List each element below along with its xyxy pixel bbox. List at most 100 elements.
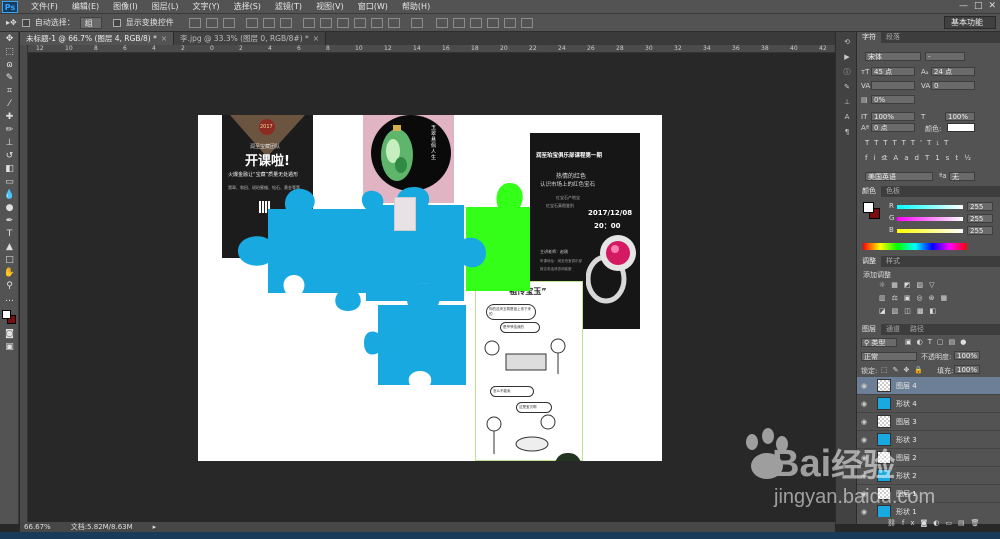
menu-item[interactable]: 视图(V) (309, 1, 351, 12)
auto-select-dropdown[interactable]: 组 (79, 16, 102, 29)
close-tab-icon[interactable]: × (161, 34, 167, 43)
text-color-swatch[interactable] (947, 123, 975, 132)
paragraph-panel-icon[interactable]: ¶ (840, 127, 854, 137)
rgb-channel-value[interactable]: 255 (967, 226, 993, 235)
layer-row[interactable]: ◉ 图层 1 (857, 485, 1000, 503)
align-left-icon[interactable] (245, 17, 258, 28)
layer-row[interactable]: ◉ 图层 3 (857, 413, 1000, 431)
blur-tool-icon[interactable]: 💧 (3, 190, 16, 201)
clone-stamp-tool-icon[interactable]: ⊥ (3, 138, 16, 149)
layer-row[interactable]: ◉ 形状 1 (857, 503, 1000, 517)
minimize-button[interactable]: — (959, 1, 968, 11)
eye-visibility-icon[interactable]: ◉ (861, 508, 871, 516)
layer-row[interactable]: ◉ 图层 2 (857, 449, 1000, 467)
3d-rotate-icon[interactable] (452, 17, 465, 28)
3d-slide-icon[interactable] (503, 17, 516, 28)
auto-align-icon[interactable] (410, 17, 423, 28)
eye-visibility-icon[interactable]: ◉ (861, 418, 871, 426)
adjustment-icons-row-3[interactable]: ◪▧◫▩◧ (879, 307, 942, 315)
menu-item[interactable]: 文字(Y) (185, 1, 226, 12)
workspace-dropdown[interactable]: 基本功能 (944, 16, 996, 29)
font-style-select[interactable]: - (925, 52, 965, 61)
gradient-tool-icon[interactable]: ▭ (3, 177, 16, 188)
align-hcenter-icon[interactable] (262, 17, 275, 28)
brush-panel-icon[interactable]: ✎ (840, 82, 854, 92)
close-button[interactable]: ✕ (988, 1, 996, 11)
zoom-tool-icon[interactable]: ⚲ (3, 281, 16, 292)
tab-paragraph[interactable]: 段落 (881, 32, 905, 43)
tracking-input[interactable]: 0 (931, 81, 975, 90)
lasso-tool-icon[interactable]: ɷ (3, 60, 16, 71)
layer-footer-icons[interactable]: ⛓fx◙◐▭▤🗑 (887, 519, 986, 527)
tab-color[interactable]: 颜色 (857, 186, 881, 197)
layer-row[interactable]: ◉ 形状 4 (857, 395, 1000, 413)
layer-row[interactable]: ◉ 形状 2 (857, 467, 1000, 485)
rgb-channel-slider[interactable] (897, 229, 963, 233)
menu-item[interactable]: 图层(L) (145, 1, 186, 12)
status-arrow-icon[interactable]: ▸ (153, 522, 157, 532)
opentype-buttons[interactable]: fiﬆAadT1st½ (865, 154, 977, 162)
eye-visibility-icon[interactable]: ◉ (861, 490, 871, 498)
doc-size[interactable]: 文档:5.82M/8.63M (71, 522, 133, 532)
horizontal-scale-input[interactable]: 100% (945, 112, 975, 121)
foreground-background-color[interactable] (1, 309, 17, 325)
marquee-tool-icon[interactable]: ⬚ (3, 47, 16, 58)
screen-mode-icon[interactable]: ▣ (3, 342, 16, 353)
layer-filter-icons[interactable]: ▣◐T▢▤● (905, 338, 971, 346)
menu-item[interactable]: 文件(F) (24, 1, 65, 12)
align-right-icon[interactable] (279, 17, 292, 28)
tab-adjustments[interactable]: 调整 (857, 256, 881, 267)
font-family-select[interactable]: 宋体 (865, 52, 921, 61)
eye-visibility-icon[interactable]: ◉ (861, 400, 871, 408)
tab-styles[interactable]: 样式 (881, 256, 905, 267)
layer-row[interactable]: ◉ 图层 4 (857, 377, 1000, 395)
align-vcenter-icon[interactable] (205, 17, 218, 28)
anti-alias-select[interactable]: 无 (949, 172, 975, 181)
opacity-input[interactable]: 100% (954, 351, 980, 360)
maximize-button[interactable]: □ (974, 1, 983, 11)
move-tool-icon[interactable]: ✥ (3, 34, 16, 45)
pen-tool-icon[interactable]: ✒ (3, 216, 16, 227)
menu-item[interactable]: 选择(S) (227, 1, 268, 12)
eye-visibility-icon[interactable]: ◉ (861, 472, 871, 480)
eye-visibility-icon[interactable]: ◉ (861, 454, 871, 462)
more-tools-icon[interactable]: … (3, 294, 16, 305)
align-bottom-icon[interactable] (222, 17, 235, 28)
rgb-channel-slider[interactable] (897, 217, 963, 221)
3d-scale-icon[interactable] (520, 17, 533, 28)
3d-roll-icon[interactable] (469, 17, 482, 28)
menu-item[interactable]: 帮助(H) (395, 1, 437, 12)
tab-swatches[interactable]: 色板 (881, 186, 905, 197)
lock-icons[interactable]: ⬚✎✥🔒 (881, 366, 928, 374)
quick-mask-icon[interactable]: ◙ (3, 329, 16, 340)
eyedropper-tool-icon[interactable]: ⁄ (3, 99, 16, 110)
menu-item[interactable]: 编辑(E) (65, 1, 106, 12)
eye-visibility-icon[interactable]: ◉ (861, 382, 871, 390)
color-swatches-fg-bg[interactable] (863, 202, 883, 222)
type-tool-icon[interactable]: T (3, 229, 16, 240)
fill-input[interactable]: 100% (954, 365, 980, 374)
language-select[interactable]: 美国英语 (865, 172, 933, 181)
rgb-channel-value[interactable]: 255 (967, 214, 993, 223)
tab-channels[interactable]: 通道 (881, 324, 905, 335)
history-brush-tool-icon[interactable]: ↺ (3, 151, 16, 162)
blend-mode-select[interactable]: 正常 (861, 352, 917, 361)
layer-row[interactable]: ◉ 形状 3 (857, 431, 1000, 449)
document-canvas[interactable]: 2017 润至宝藏团队 开课啦! 火爆金融让“宝藏”质量无处遁形 翡翠、和田、琥… (198, 115, 662, 461)
rgb-channel-slider[interactable] (897, 205, 963, 209)
menu-item[interactable]: 图像(I) (106, 1, 145, 12)
adjustment-icons-row-1[interactable]: ☼▦◩▨▽ (879, 281, 941, 289)
healing-brush-tool-icon[interactable]: ✚ (3, 112, 16, 123)
show-transform-checkbox[interactable] (112, 18, 121, 27)
tab-character[interactable]: 字符 (857, 32, 881, 43)
leading-input[interactable]: 24 点 (931, 67, 975, 76)
menu-item[interactable]: 滤镜(T) (268, 1, 309, 12)
menu-item[interactable]: 窗口(W) (351, 1, 395, 12)
auto-select-checkbox[interactable] (21, 18, 30, 27)
distribute-left-icon[interactable] (353, 17, 366, 28)
eye-visibility-icon[interactable]: ◉ (861, 436, 871, 444)
adjustment-icons-row-2[interactable]: ▥⚖▣◎⊛▦ (879, 294, 953, 302)
tab-document-1[interactable]: 未标题-1 @ 66.7% (图层 4, RGB/8) * × (20, 32, 175, 45)
rectangle-tool-icon[interactable]: □ (3, 255, 16, 266)
close-tab-icon[interactable]: × (313, 34, 319, 43)
